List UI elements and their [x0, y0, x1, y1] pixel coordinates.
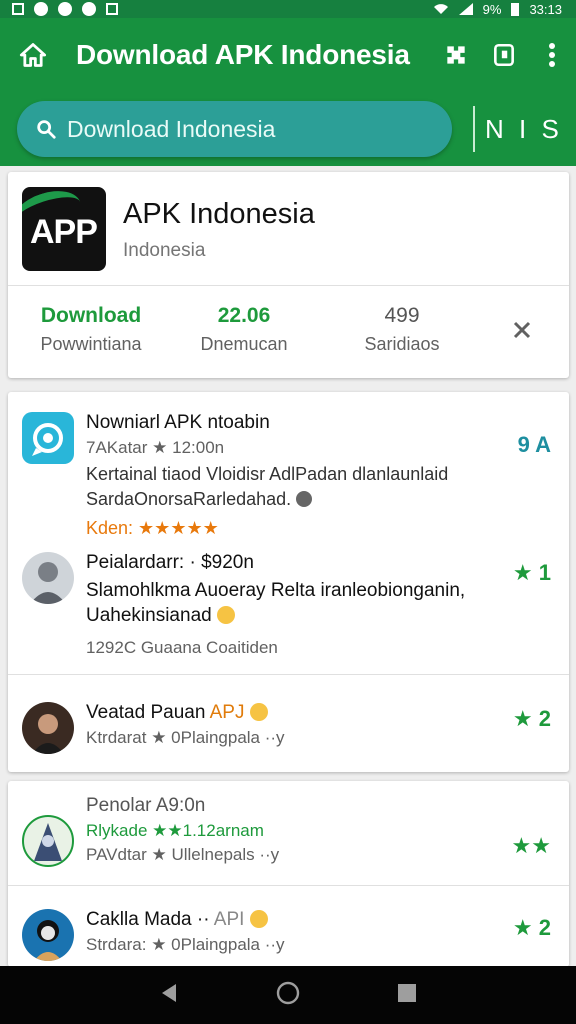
- puzzle-button[interactable]: [432, 18, 480, 92]
- home-button[interactable]: [0, 18, 66, 92]
- notification-dot-icon: [82, 2, 96, 16]
- info-icon: [296, 491, 313, 507]
- search-icon: [37, 120, 56, 139]
- review-footer: 1292C Guaana Coaitiden: [86, 638, 278, 657]
- review-meta: Strdara: ★ 0Plaingpala ··y: [86, 935, 285, 954]
- app-bar: Download APK Indonesia: [0, 18, 576, 92]
- avatar: [22, 815, 74, 867]
- reviews-card: Nowniarl APK ntoabin 7AKatar ★ 12:00n Ke…: [8, 392, 569, 772]
- notification-dot-icon: [58, 2, 72, 16]
- review-title: Peialardarr: · $920n: [86, 552, 254, 573]
- recents-button[interactable]: [396, 982, 418, 1009]
- search-placeholder: Download Indonesia: [67, 115, 276, 142]
- reviews-card: Penolar A9:0n Rlykade ★★1.12arnam PAVdta…: [8, 781, 569, 967]
- stat-value: 499: [384, 304, 420, 327]
- more-options-button[interactable]: [528, 18, 576, 92]
- review-footer: PAVdtar ★ Ullelnepals ··y: [86, 845, 280, 864]
- avatar: [22, 909, 74, 961]
- review-title: Caklla Mada ·· API: [86, 909, 489, 931]
- divider: [8, 885, 569, 886]
- divider: [8, 285, 569, 286]
- stat-label: Saridiaos: [364, 334, 440, 354]
- notification-icon: [12, 3, 24, 15]
- status-bar: 9% 33:13: [0, 0, 576, 18]
- phone-icon: [494, 43, 514, 67]
- emoji-icon: [216, 606, 235, 624]
- home-icon: [19, 43, 47, 67]
- review-meta: Ktrdarat ★ 0Plaingpala ··y: [86, 728, 285, 747]
- page-title: Download APK Indonesia: [76, 39, 410, 70]
- review-meta: Rlykade ★★1.12arnam: [86, 821, 264, 840]
- app-info-card: APP APK Indonesia Indonesia Download Pow…: [8, 172, 569, 378]
- avatar: [22, 412, 74, 464]
- review-title: Veatad Pauan APJ: [86, 702, 489, 724]
- review-body: Kertainal tiaod Vloidisr AdlPadan dlanla…: [86, 464, 449, 509]
- filter-label: N I S: [485, 113, 563, 144]
- more-vert-icon: [549, 43, 555, 67]
- person-icon: [34, 920, 62, 961]
- stat-value: Download: [40, 304, 142, 327]
- clock: 33:13: [529, 1, 562, 17]
- app-name: APK Indonesia: [123, 198, 315, 230]
- rating-stars: Kden: ★★★★★: [86, 518, 219, 538]
- review-score: ★★: [511, 833, 551, 858]
- filter-toggle[interactable]: N I S: [473, 106, 563, 152]
- review-title: Penolar A9:0n: [86, 795, 206, 816]
- back-button[interactable]: [158, 982, 180, 1009]
- notification-dot-icon: [34, 2, 48, 16]
- review-title: Nowniarl APK ntoabin: [86, 412, 270, 433]
- phone-button[interactable]: [480, 18, 528, 92]
- review-score: ★ 2: [512, 915, 551, 940]
- stat-label: Dnemucan: [200, 334, 288, 354]
- count-stat: 499 Saridiaos: [354, 304, 450, 355]
- puzzle-icon: [447, 46, 465, 64]
- back-icon: [161, 983, 176, 1002]
- person-icon: [32, 714, 64, 754]
- emoji-icon: [249, 910, 268, 928]
- avatar: [22, 552, 74, 604]
- emoji-icon: [249, 703, 268, 721]
- search-band: Download Indonesia N I S: [0, 92, 576, 166]
- recents-icon: [398, 983, 417, 1002]
- close-button[interactable]: [512, 316, 532, 347]
- review-score: 9 A: [517, 432, 551, 457]
- stat-label: Powwintiana: [40, 334, 142, 354]
- close-icon: [513, 321, 531, 339]
- signal-icon: [458, 3, 473, 15]
- avatar: [22, 702, 74, 754]
- download-stat[interactable]: Download Powwintiana: [26, 304, 156, 355]
- battery-icon: [511, 2, 520, 16]
- review-score: ★ 1: [512, 560, 551, 585]
- circle-home-icon: [276, 981, 300, 1004]
- notification-icon: [106, 3, 118, 15]
- review-score: ★ 2: [512, 706, 551, 731]
- app-logo[interactable]: APP: [22, 187, 106, 271]
- logo-text: APP: [30, 213, 98, 251]
- version-stat: 22.06 Dnemucan: [194, 304, 294, 355]
- review-body: Slamohlkma Auoeray Relta iranleobiongani…: [86, 580, 466, 626]
- search-input[interactable]: Download Indonesia: [17, 101, 452, 157]
- battery-percent: 9%: [482, 1, 502, 17]
- person-icon: [34, 823, 62, 861]
- stat-value: 22.06: [217, 304, 271, 327]
- review-meta: 7AKatar ★ 12:00n: [86, 438, 225, 457]
- chat-icon: [32, 423, 63, 456]
- app-subtitle: Indonesia: [123, 240, 206, 261]
- person-icon: [30, 562, 66, 604]
- wifi-icon: [433, 4, 448, 14]
- system-nav-bar: [0, 966, 576, 1024]
- home-nav-button[interactable]: [275, 980, 301, 1011]
- divider: [8, 674, 569, 675]
